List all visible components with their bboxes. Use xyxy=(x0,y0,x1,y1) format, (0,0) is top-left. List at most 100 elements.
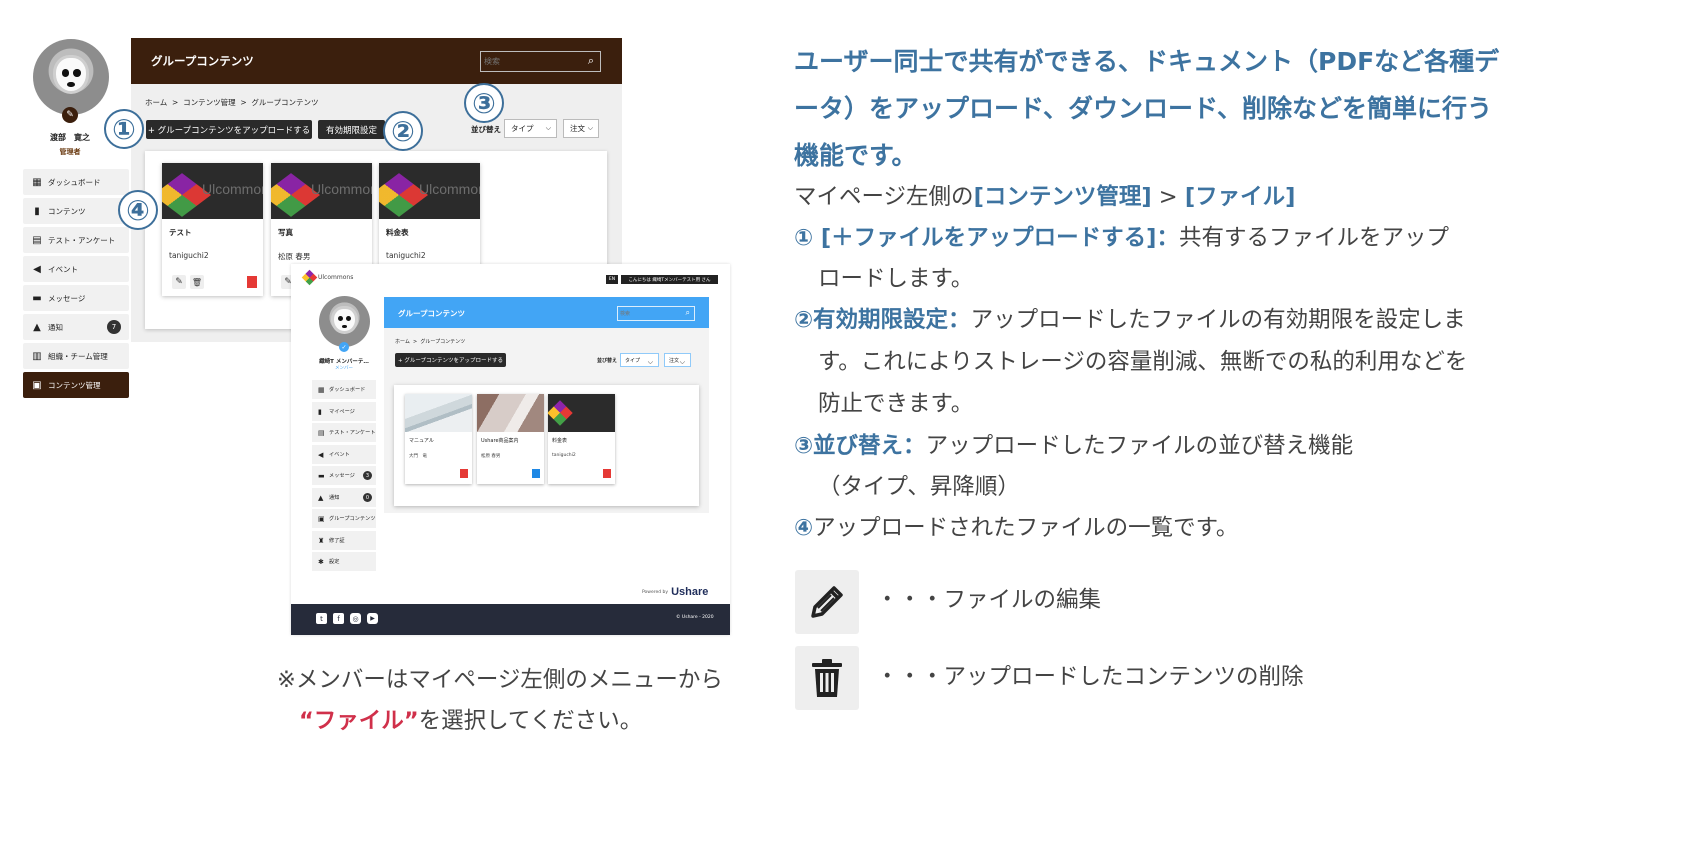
sidebar-item-contents[interactable]: ▮ コンテンツ xyxy=(23,198,129,224)
sidebar-item-settings[interactable]: ✱ 設定 xyxy=(312,552,376,571)
notification-badge: 0 xyxy=(363,493,372,502)
member-avatar xyxy=(319,296,370,347)
verified-icon: ✓ xyxy=(339,342,349,352)
sidebar-item-content-manage[interactable]: ▣ コンテンツ管理 xyxy=(23,372,129,398)
feature-heading: ユーザー同士で共有ができる、ドキュメント（PDFなど各種データ）をアップロード、… xyxy=(794,47,1500,170)
file-owner: taniguchi2 xyxy=(552,453,576,458)
callout-1: ① xyxy=(104,109,144,149)
file-thumbnail: Ulcommons xyxy=(379,163,480,219)
file-card[interactable]: マニュアル 大門 竜 xyxy=(405,394,472,484)
content-manage-icon: ▣ xyxy=(32,379,42,391)
item-4: ④アップロードされたファイルの一覧です。 xyxy=(794,515,1239,541)
file-thumbnail xyxy=(477,394,544,432)
admin-search-box[interactable]: ⌕ xyxy=(480,51,601,72)
admin-breadcrumb: ホーム > コンテンツ管理 > グループコンテンツ xyxy=(145,98,319,107)
admin-header-title: グループコンテンツ xyxy=(151,54,254,68)
sidebar-item-event[interactable]: ◀ イベント xyxy=(23,256,129,282)
sidebar-item-mypage[interactable]: ▮ マイページ xyxy=(312,402,376,421)
upload-content-button[interactable]: + グループコンテンツをアップロードする xyxy=(146,120,312,139)
edit-icon[interactable]: ✎ xyxy=(172,275,186,289)
sidebar-item-test[interactable]: ▤ テスト・アンケート xyxy=(312,423,376,442)
sidebar-item-group-content[interactable]: ▣ グループコンテンツ xyxy=(312,509,376,528)
file-title: 写真 xyxy=(278,228,293,237)
item-1: ① [＋ファイルをアップロードする]：共有するファイルをアップ xyxy=(794,225,1449,251)
sort-order-select[interactable]: 注文 xyxy=(563,119,599,138)
pdf-icon xyxy=(603,469,611,478)
megaphone-icon: ◀ xyxy=(318,450,324,459)
item-2-continued-2: 防止できます。 xyxy=(818,391,974,417)
file-owner: 大門 竜 xyxy=(409,454,427,459)
file-card[interactable]: Ulcommons テスト taniguchi2 ✎ 🗑 xyxy=(162,163,263,296)
test-icon: ▤ xyxy=(32,234,42,246)
lang-button[interactable]: EN xyxy=(606,275,618,284)
sidebar-item-dashboard[interactable]: ▦ ダッシュボード xyxy=(23,169,129,195)
callout-4: ④ xyxy=(118,190,158,230)
sort-label: 並び替え xyxy=(471,125,501,134)
file-thumbnail xyxy=(548,394,615,432)
trash-icon xyxy=(795,646,859,710)
bell-icon: ▲ xyxy=(318,493,324,502)
admin-search-input[interactable] xyxy=(484,55,574,68)
admin-user-name: 渡部 寛之 xyxy=(50,133,90,142)
instagram-icon[interactable]: ◎ xyxy=(350,613,361,624)
twitter-icon[interactable]: t xyxy=(316,613,327,624)
item-3-continued: （タイプ、昇降順） xyxy=(818,474,1020,500)
search-icon[interactable]: ⌕ xyxy=(588,54,594,68)
sidebar-item-test[interactable]: ▤ テスト・アンケート xyxy=(23,227,129,253)
member-user-name: 織崎T メンバーテ… xyxy=(319,359,369,365)
sidebar-item-certificate[interactable]: ♜ 修了証 xyxy=(312,531,376,550)
item-3: ③並び替え：アップロードしたファイルの並び替え機能 xyxy=(794,433,1354,459)
member-header-title: グループコンテンツ xyxy=(398,309,466,318)
item-2-continued: す。これによりストレージの容量削減、無断での私的利用などを xyxy=(818,349,1468,375)
callout-3: ③ xyxy=(464,83,504,123)
ushare-logo: Ushare xyxy=(671,586,709,598)
file-owner: taniguchi2 xyxy=(386,251,426,260)
member-search-box[interactable]: ⌕ xyxy=(617,306,695,321)
sidebar-item-notification[interactable]: ▲ 通知 7 xyxy=(23,314,129,340)
sort-type-select[interactable]: タイプ xyxy=(504,119,557,138)
member-upload-button[interactable]: + グループコンテンツをアップロードする xyxy=(395,353,506,367)
search-icon[interactable]: ⌕ xyxy=(686,308,690,318)
bell-icon: ▲ xyxy=(33,321,41,333)
greeting-menu[interactable]: こんにちは 織崎Tメンバーテスト用 さん xyxy=(621,275,718,284)
facebook-icon[interactable]: f xyxy=(333,613,344,624)
member-sort-order-select[interactable]: 注文 xyxy=(664,353,691,367)
file-owner: taniguchi2 xyxy=(169,251,209,260)
pdf-icon xyxy=(247,276,257,288)
file-card[interactable]: Ushare商品案内 松原 春男 xyxy=(477,394,544,484)
pdf-icon xyxy=(460,469,468,478)
sidebar-item-message[interactable]: ▬ メッセージ 3 xyxy=(312,466,376,485)
callout-2: ② xyxy=(383,111,423,151)
file-card[interactable]: 料金表 taniguchi2 xyxy=(548,394,615,484)
member-sort-type-select[interactable]: タイプ xyxy=(620,353,659,367)
legend-delete: ・・・アップロードしたコンテンツの削除 xyxy=(876,664,1304,690)
sidebar-item-notification[interactable]: ▲ 通知 0 xyxy=(312,488,376,507)
item-1-continued: ロードします。 xyxy=(818,266,974,292)
sidebar-item-dashboard[interactable]: ▦ ダッシュボード xyxy=(312,380,376,399)
trash-icon[interactable]: 🗑 xyxy=(190,275,204,289)
test-icon: ▤ xyxy=(318,428,325,437)
sidebar-item-event[interactable]: ◀ イベント xyxy=(312,445,376,464)
file-owner: 松原 春男 xyxy=(278,252,311,261)
sidebar-item-team[interactable]: ▥ 組織・チーム管理 xyxy=(23,343,129,369)
dashboard-icon: ▦ xyxy=(318,385,325,394)
sidebar-item-message[interactable]: ▬ メッセージ xyxy=(23,285,129,311)
member-search-input[interactable] xyxy=(620,309,675,319)
member-logo: Ulcommons xyxy=(301,269,364,285)
chat-icon: ▬ xyxy=(32,292,42,304)
file-title: 料金表 xyxy=(386,228,409,237)
edit-avatar-icon[interactable]: ✎ xyxy=(62,107,78,123)
expiry-setting-button[interactable]: 有効期限設定 xyxy=(318,120,385,139)
admin-user-role: 管理者 xyxy=(59,148,81,156)
file-title: テスト xyxy=(169,228,192,237)
content-icon: ▣ xyxy=(318,514,325,523)
admin-avatar xyxy=(33,39,109,115)
youtube-icon[interactable]: ▶ xyxy=(367,613,378,624)
logo-cube-icon xyxy=(301,269,318,285)
note-keyword: ファイル xyxy=(313,708,404,734)
file-thumbnail xyxy=(405,394,472,432)
member-sort-label: 並び替え xyxy=(597,358,618,364)
powered-by: Powered by Ushare xyxy=(642,586,709,598)
megaphone-icon: ◀ xyxy=(33,263,41,275)
doc-icon xyxy=(532,469,540,478)
